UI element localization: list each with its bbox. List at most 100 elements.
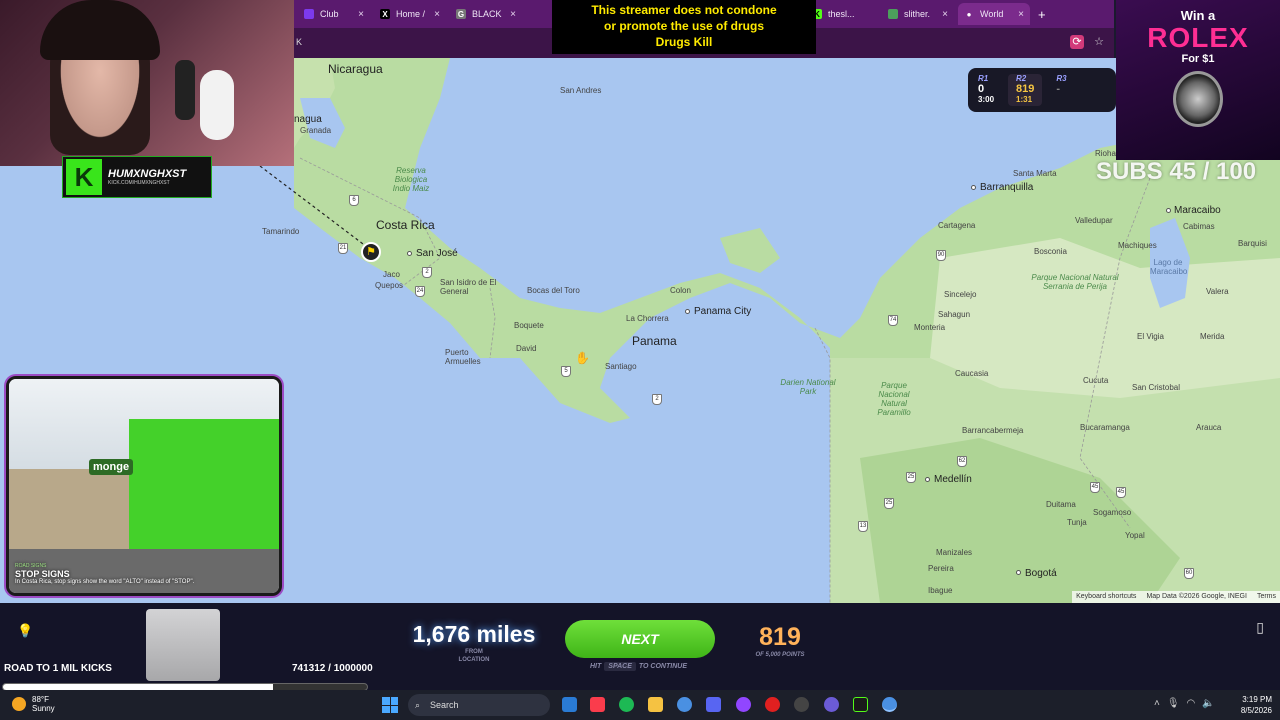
round-scores-panel: R1 0 3:00 R2 819 1:31 R3 -: [968, 68, 1116, 112]
map-dot-panama-city: [685, 309, 690, 314]
volume-icon[interactable]: 🔈: [1202, 698, 1214, 709]
round-score: 0: [978, 83, 985, 95]
streamer-name: HUMXNGHXST: [108, 168, 187, 180]
terminal-icon[interactable]: [853, 697, 868, 712]
obs-icon[interactable]: [794, 697, 809, 712]
map-pin-icon: ●: [966, 9, 972, 19]
round-time: 1:31: [1016, 95, 1033, 104]
round-label: R2: [1016, 74, 1027, 83]
wifi-icon[interactable]: ◠: [1187, 698, 1196, 709]
weather-condition: Sunny: [32, 704, 55, 713]
tab-label: Home /: [396, 9, 426, 19]
map-label-park: Reserva Biologica Indio Maiz: [392, 166, 430, 193]
road-shield: 13: [858, 521, 868, 532]
file-explorer-icon[interactable]: [648, 697, 663, 712]
map-label: Manizales: [936, 548, 973, 557]
map-label: Valera: [1206, 287, 1229, 296]
round-score: 819: [1016, 83, 1035, 95]
tab-club[interactable]: Club ×: [298, 3, 370, 25]
tab-world[interactable]: ● World ×: [958, 3, 1030, 25]
windows-start-icon[interactable]: [382, 697, 398, 713]
points-result: 819 OF 5,000 POINTS: [748, 623, 812, 658]
round-time: 3:00: [978, 95, 995, 104]
road-shield: 25: [884, 498, 894, 509]
app-icon[interactable]: [736, 697, 751, 712]
guess-marker-flag-icon[interactable]: ⚑: [361, 242, 381, 262]
chrome-icon[interactable]: [677, 697, 692, 712]
next-button[interactable]: NEXT: [565, 620, 715, 658]
road-shield: 24: [415, 286, 425, 297]
terms-link[interactable]: Terms: [1257, 593, 1276, 601]
map-label: Valledupar: [1075, 216, 1113, 225]
chrome-active-icon[interactable]: [882, 697, 897, 712]
bookmark-icon[interactable]: ▯: [1256, 619, 1264, 636]
tab-home[interactable]: X Home / ×: [374, 3, 446, 25]
map-label: San Andres: [560, 86, 602, 95]
road-shield: 62: [957, 456, 967, 467]
close-icon[interactable]: ×: [510, 9, 516, 20]
map-label: Pereira: [928, 564, 954, 573]
map-label-park: Darien National Park: [780, 378, 836, 396]
street-view-panel[interactable]: monge ROAD SIGNS STOP SIGNS In Costa Ric…: [6, 376, 282, 596]
weather-widget[interactable]: 88°F Sunny: [12, 695, 55, 713]
points-value: 819: [759, 623, 801, 651]
street-green-building: [129, 419, 279, 549]
map-label-san-jose: San José: [416, 248, 458, 259]
map-label: Cartagena: [938, 221, 976, 230]
tab-label: slither.: [904, 9, 931, 19]
map-label: Duitama: [1046, 500, 1076, 509]
map-label: David: [516, 344, 537, 353]
new-tab-button[interactable]: +: [1038, 7, 1046, 22]
spotify-icon[interactable]: [619, 697, 634, 712]
rolex-ad[interactable]: Win a ROLEX For $1: [1116, 0, 1280, 160]
discord-icon[interactable]: [706, 697, 721, 712]
chevron-up-icon[interactable]: ˄: [1154, 698, 1160, 709]
windows-taskbar: 88°F Sunny ⌕ Search ˄ 🎙 ◠ 🔈 3:19 PM 8/5/: [0, 690, 1280, 720]
close-icon[interactable]: ×: [434, 9, 440, 20]
task-view-icon[interactable]: [562, 697, 577, 712]
road-shield: 45: [1090, 482, 1100, 493]
taskbar-search[interactable]: ⌕ Search: [408, 694, 550, 716]
hint-pre: HIT: [590, 663, 602, 670]
tab-black[interactable]: G BLACK ×: [450, 3, 522, 25]
lightbulb-icon[interactable]: 💡: [17, 623, 33, 639]
goal-label: ROAD TO 1 MIL KICKS: [4, 663, 112, 674]
round-score: -: [1056, 83, 1061, 95]
map-label: Santiago: [605, 362, 637, 371]
tab-slither[interactable]: slither. ×: [882, 3, 954, 25]
round-3: R3 -: [1056, 74, 1066, 106]
mic-icon[interactable]: 🎙: [1167, 698, 1180, 709]
close-icon[interactable]: ×: [942, 9, 948, 20]
music-app-icon[interactable]: [590, 697, 605, 712]
close-icon[interactable]: ×: [358, 9, 364, 20]
map-label: Granada: [300, 126, 332, 135]
ad-line-1: Win a: [1180, 8, 1216, 23]
app-icon[interactable]: [824, 697, 839, 712]
map-label-costa-rica: Costa Rica: [376, 218, 435, 232]
clock[interactable]: 3:19 PM 8/5/2026: [1241, 694, 1272, 716]
extension-icon[interactable]: ⟳: [1070, 35, 1084, 49]
bookmark-star-icon[interactable]: ☆: [1092, 35, 1106, 49]
map-label: Caucasia: [955, 369, 989, 378]
map-label-medellin: Medellín: [934, 474, 972, 485]
x-logo-icon: X: [380, 9, 390, 19]
map-label: Barquisi: [1238, 239, 1267, 248]
map-label: El Vigia: [1137, 332, 1164, 341]
map-label: nagua: [294, 114, 322, 125]
map-label: Tamarindo: [262, 227, 300, 236]
map-dot-san-jose: [407, 251, 412, 256]
map-label: Merida: [1200, 332, 1225, 341]
record-icon[interactable]: [765, 697, 780, 712]
close-icon[interactable]: ×: [1018, 9, 1024, 20]
road-shield: 90: [936, 250, 946, 261]
distance-value: 1,676 miles: [412, 621, 536, 647]
keyboard-shortcuts-link[interactable]: Keyboard shortcuts: [1076, 593, 1136, 601]
map-dot-barranquilla: [971, 185, 976, 190]
map-label: Santa Marta: [1013, 169, 1057, 178]
map-label: Puerto Armuelles: [445, 348, 481, 366]
map-label: Cabimas: [1183, 222, 1215, 231]
hint-key: SPACE: [604, 662, 636, 671]
tab-kick[interactable]: Kthesl...: [806, 3, 878, 25]
clock-date: 8/5/2026: [1240, 706, 1272, 715]
map-label: Bocas del Toro: [527, 286, 580, 295]
